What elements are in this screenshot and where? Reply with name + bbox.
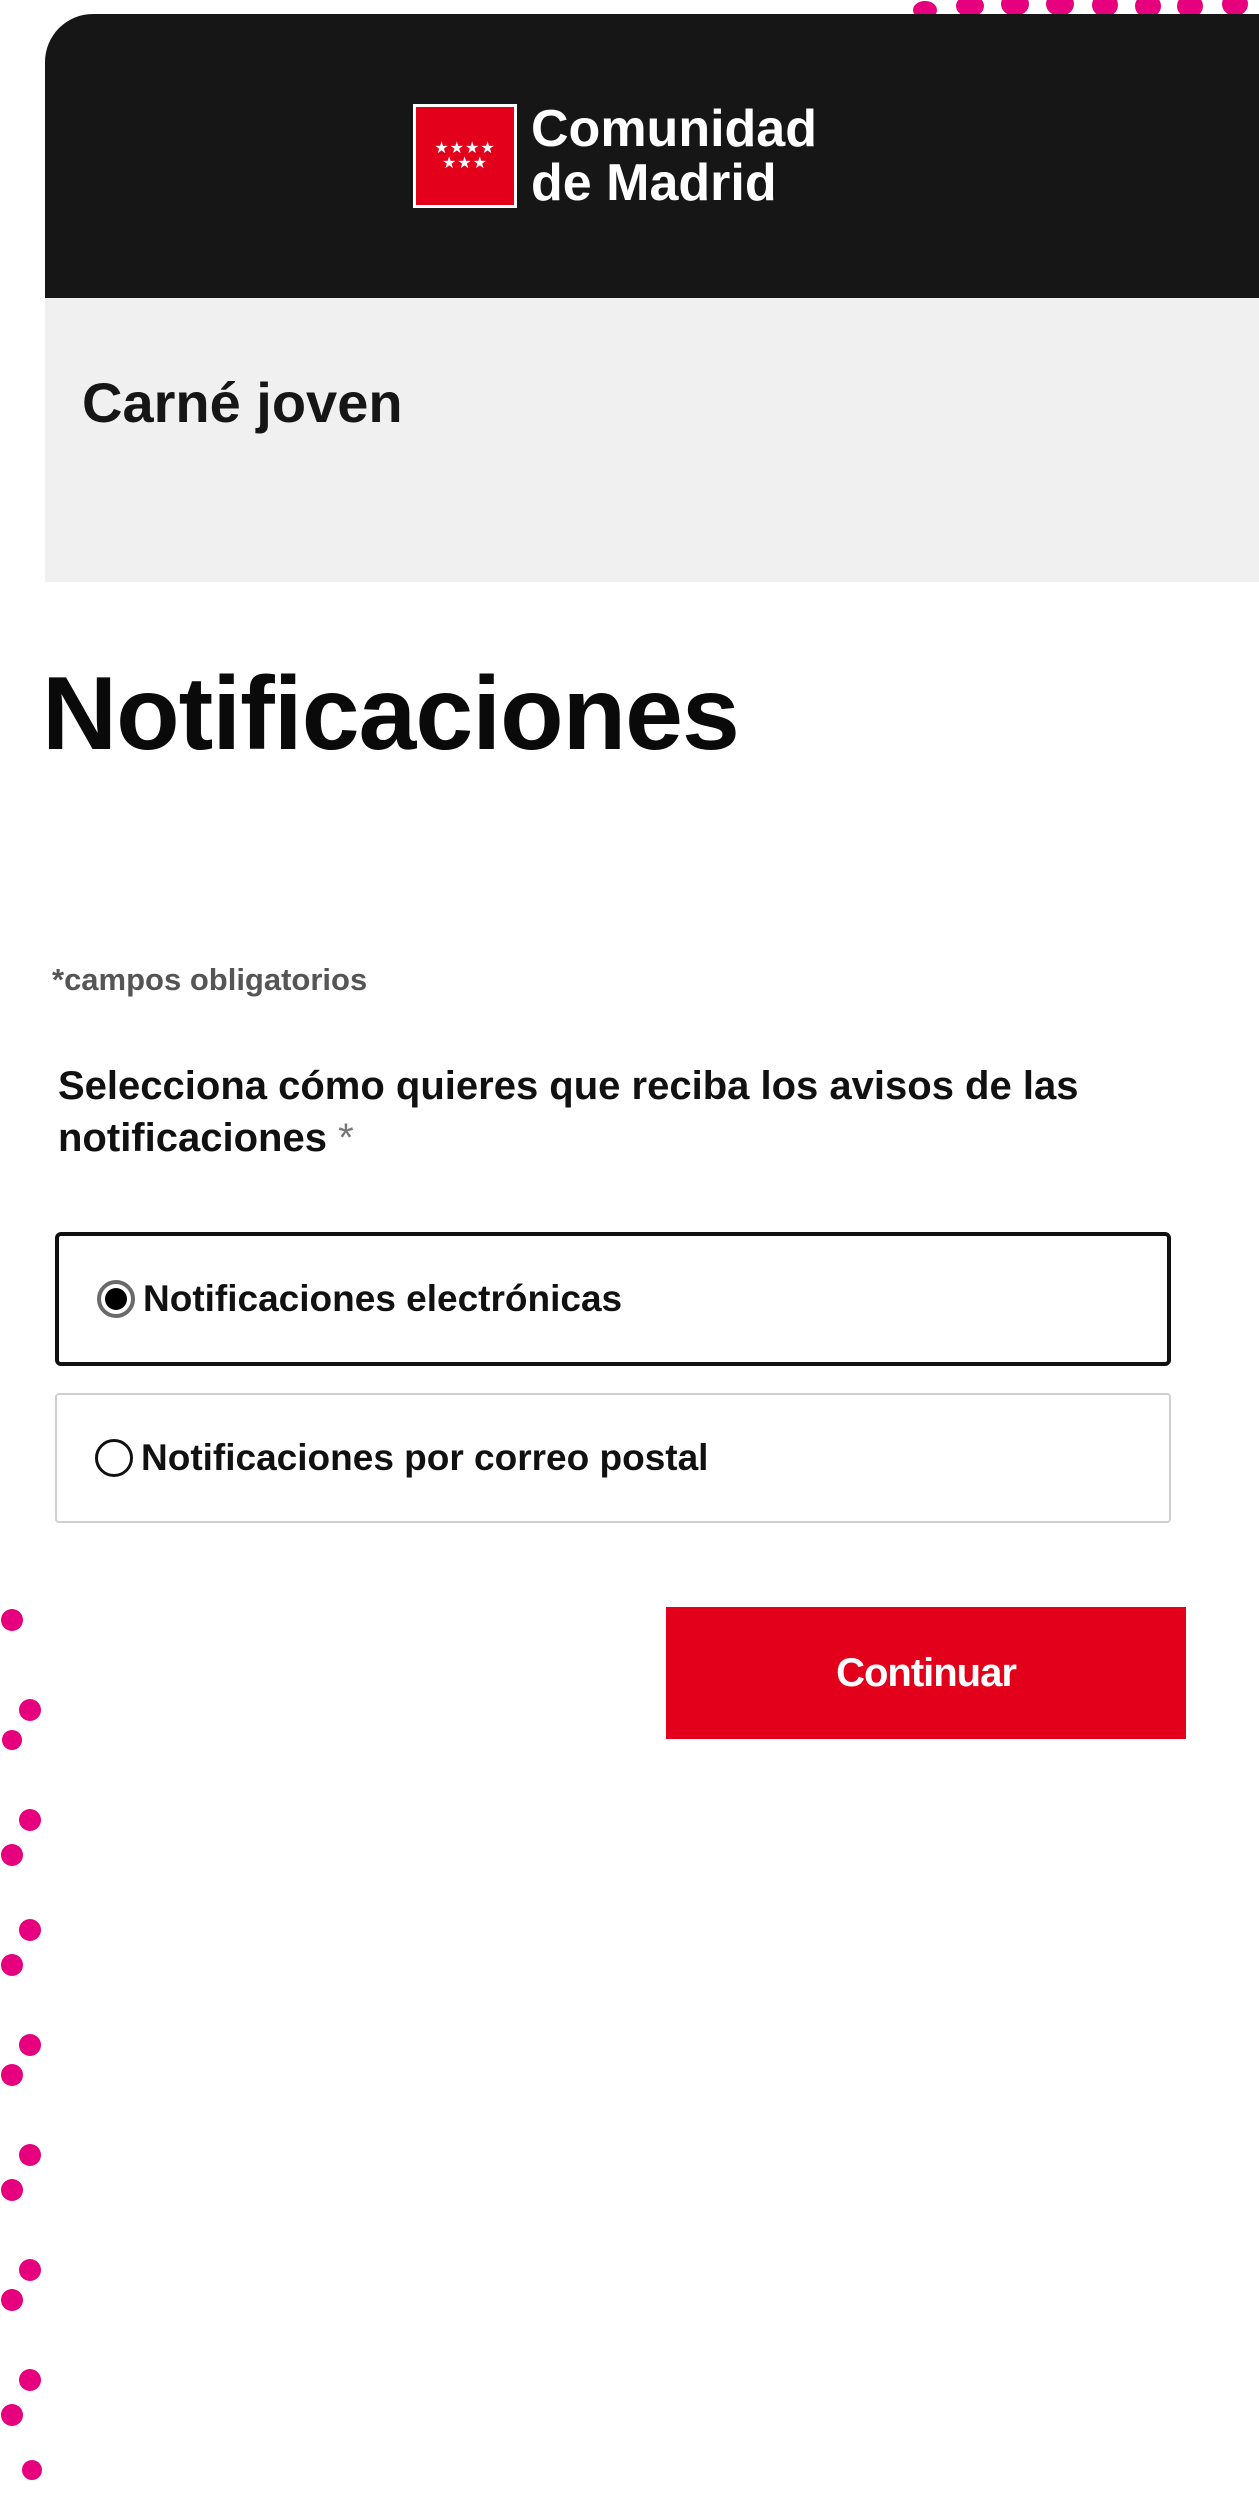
service-title: Carné joven (82, 371, 403, 434)
option-label: Notificaciones electrónicas (143, 1278, 623, 1319)
service-header (45, 298, 1259, 582)
required-marker: * (338, 1116, 354, 1160)
option-electronic-notifications[interactable]: Notificaciones electrónicas (55, 1232, 1171, 1366)
madrid-flag-icon: ★★★★ ★★★ (413, 104, 517, 208)
notification-question: Selecciona cómo quieres que reciba los a… (58, 1060, 1208, 1164)
required-fields-note: *campos obligatorios (52, 962, 368, 997)
flag-stars-row-1: ★★★★ (434, 140, 496, 157)
radio-selected-icon[interactable] (97, 1280, 135, 1318)
continue-button[interactable]: Continuar (666, 1607, 1186, 1739)
brand-name-line-2: de Madrid (531, 154, 777, 212)
option-postal-notifications[interactable]: Notificaciones por correo postal (55, 1393, 1171, 1523)
option-label: Notificaciones por correo postal (141, 1437, 709, 1478)
radio-unselected-icon[interactable] (95, 1439, 133, 1477)
flag-stars-row-2: ★★★ (441, 155, 489, 172)
brand-logo[interactable]: ★★★★ ★★★ Comunidad de Madrid (413, 102, 817, 210)
brand-name-line-1: Comunidad (531, 100, 817, 158)
brand-name: Comunidad de Madrid (531, 102, 817, 210)
top-header: ★★★★ ★★★ Comunidad de Madrid (45, 14, 1259, 298)
page-title: Notificaciones (42, 656, 740, 772)
question-text: Selecciona cómo quieres que reciba los a… (58, 1064, 1079, 1160)
